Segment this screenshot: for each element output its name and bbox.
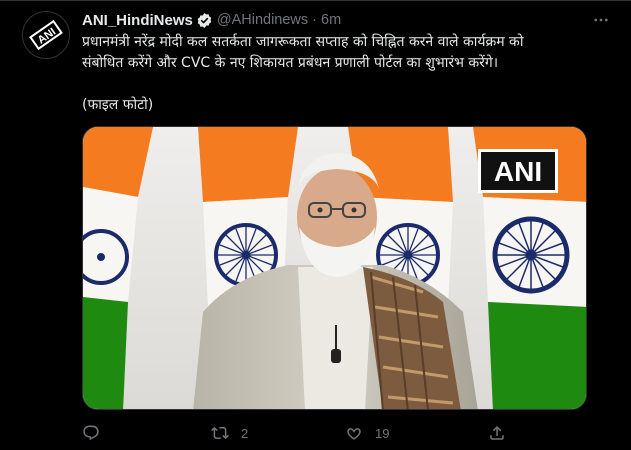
watermark-label: ANI [494, 156, 542, 187]
tweet-text-line: संबोधित करेंगे और CVC के नए शिकायत प्रबं… [82, 55, 499, 71]
share-icon [490, 425, 504, 440]
display-name[interactable]: ANI_HindiNews [82, 12, 193, 29]
timestamp[interactable]: 6m [321, 12, 341, 28]
tweet-text-line: प्रधानमंत्री नरेंद्र मोदी कल सतर्कता जाग… [82, 34, 524, 50]
tweet-header: ANI_HindiNews @AHindinews · 6m [82, 10, 612, 30]
like-button[interactable]: 19 [345, 421, 389, 445]
verified-badge-icon [196, 12, 213, 29]
retweet-button[interactable]: 2 [211, 421, 248, 445]
tweet-caption: (फाइल फोटो) [82, 97, 154, 113]
tweet[interactable]: ANI ANI_HindiNews @AHindinews · 6m प्रधा… [0, 0, 631, 450]
tweet-actions: 2 19 [82, 421, 512, 445]
reply-button[interactable] [82, 421, 112, 445]
ani-logo-icon: ANI [25, 14, 67, 56]
heart-icon [347, 428, 361, 440]
tweet-text: प्रधानमंत्री नरेंद्र मोदी कल सतर्कता जाग… [82, 32, 597, 116]
more-options-icon[interactable] [590, 10, 612, 30]
like-count: 19 [375, 425, 390, 441]
ani-watermark: ANI [478, 149, 558, 193]
reply-icon [83, 425, 99, 441]
share-button[interactable] [488, 421, 518, 445]
photo-image: ANI [83, 127, 586, 409]
retweet-icon [211, 426, 229, 440]
handle[interactable]: @AHindinews [217, 12, 308, 28]
separator-dot: · [312, 12, 317, 28]
tweet-photo[interactable]: ANI [82, 126, 587, 410]
avatar[interactable]: ANI [22, 11, 70, 59]
retweet-count: 2 [241, 425, 249, 441]
